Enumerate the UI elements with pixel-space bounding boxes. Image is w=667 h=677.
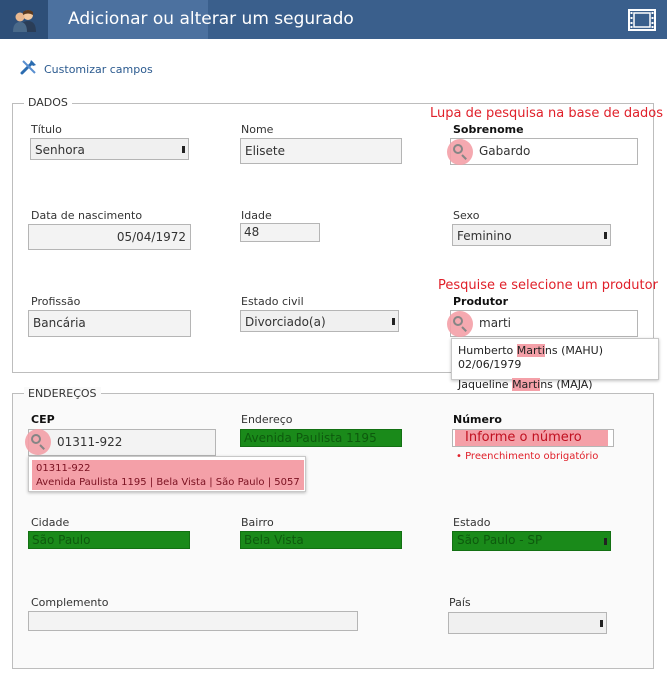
- customize-icon[interactable]: [20, 58, 38, 76]
- search-icon[interactable]: [25, 429, 51, 455]
- endereco-input[interactable]: Avenida Paulista 1195: [240, 429, 402, 447]
- page-title: Adicionar ou alterar um segurado: [68, 9, 354, 29]
- produtor-input[interactable]: marti: [450, 310, 638, 337]
- dados-legend: DADOS: [24, 96, 72, 109]
- cep-input[interactable]: 01311-922: [28, 429, 216, 456]
- nome-input[interactable]: Elisete: [240, 138, 402, 164]
- sexo-value: Feminino: [457, 229, 512, 243]
- sobrenome-label: Sobrenome: [453, 123, 524, 136]
- nascimento-label: Data de nascimento: [31, 209, 143, 222]
- suggestion-match: Marti: [516, 344, 545, 357]
- estado-select[interactable]: São Paulo - SP: [452, 531, 611, 551]
- chevron-down-icon: [604, 232, 607, 239]
- numero-label: Número: [453, 413, 502, 426]
- bairro-input[interactable]: Bela Vista: [240, 531, 402, 549]
- list-item[interactable]: 01311-922 Avenida Paulista 1195 | Bela V…: [32, 460, 304, 490]
- list-item[interactable]: Humberto Martins (MAHU) 02/06/1979: [452, 339, 658, 374]
- estado-label: Estado: [453, 516, 491, 529]
- users-icon: [13, 10, 36, 32]
- bairro-label: Bairro: [241, 516, 274, 529]
- numero-error: • Preenchimento obrigatório: [456, 451, 599, 462]
- titulo-value: Senhora: [35, 143, 85, 157]
- estado-civil-select[interactable]: Divorciado(a): [240, 310, 399, 332]
- suggestion-match: Marti: [512, 378, 541, 391]
- film-icon[interactable]: [628, 8, 656, 32]
- idade-label: Idade: [241, 209, 272, 222]
- titulo-select[interactable]: Senhora: [30, 138, 189, 160]
- chevron-down-icon: [600, 620, 603, 627]
- cep-suggestions: 01311-922 Avenida Paulista 1195 | Bela V…: [28, 456, 306, 492]
- produtor-annotation: Pesquise e selecione um produtor: [438, 278, 658, 293]
- cep-suggestion-code: 01311-922: [36, 463, 91, 474]
- produtor-label: Produtor: [453, 295, 508, 308]
- enderecos-legend: ENDEREÇOS: [24, 387, 101, 400]
- titulo-label: Título: [31, 123, 62, 136]
- search-icon[interactable]: [447, 311, 473, 337]
- nascimento-input[interactable]: 05/04/1972: [28, 224, 191, 250]
- pais-label: País: [449, 596, 471, 609]
- sobrenome-input[interactable]: Gabardo: [450, 138, 638, 165]
- produtor-suggestions: Humberto Martins (MAHU) 02/06/1979 Jaque…: [451, 338, 659, 405]
- estado-value: São Paulo - SP: [457, 533, 543, 547]
- pais-select[interactable]: [448, 612, 607, 634]
- numero-annotation: Informe o número: [455, 430, 608, 446]
- complemento-label: Complemento: [31, 596, 109, 609]
- estado-civil-label: Estado civil: [241, 295, 304, 308]
- chevron-down-icon: [392, 318, 395, 325]
- cidade-label: Cidade: [31, 516, 70, 529]
- chevron-down-icon: [604, 538, 607, 545]
- chevron-down-icon: [182, 146, 185, 153]
- suggestion-text: Humberto: [458, 344, 517, 357]
- suggestion-text: Jaqueline: [458, 378, 513, 391]
- cidade-input[interactable]: São Paulo: [28, 531, 190, 549]
- idade-input[interactable]: 48: [240, 223, 320, 242]
- sexo-select[interactable]: Feminino: [452, 224, 611, 246]
- cep-suggestion-address: Avenida Paulista 1195 | Bela Vista | São…: [36, 477, 300, 488]
- search-icon[interactable]: [447, 139, 473, 165]
- nome-label: Nome: [241, 123, 274, 136]
- estado-civil-value: Divorciado(a): [245, 315, 326, 329]
- profissao-label: Profissão: [31, 295, 81, 308]
- cep-label: CEP: [31, 413, 55, 426]
- profissao-input[interactable]: Bancária: [28, 310, 191, 337]
- complemento-input[interactable]: [28, 611, 358, 631]
- customize-fields-link[interactable]: Customizar campos: [44, 63, 153, 76]
- sexo-label: Sexo: [453, 209, 480, 222]
- lupa-annotation: Lupa de pesquisa na base de dados: [430, 106, 664, 121]
- endereco-label: Endereço: [241, 413, 293, 426]
